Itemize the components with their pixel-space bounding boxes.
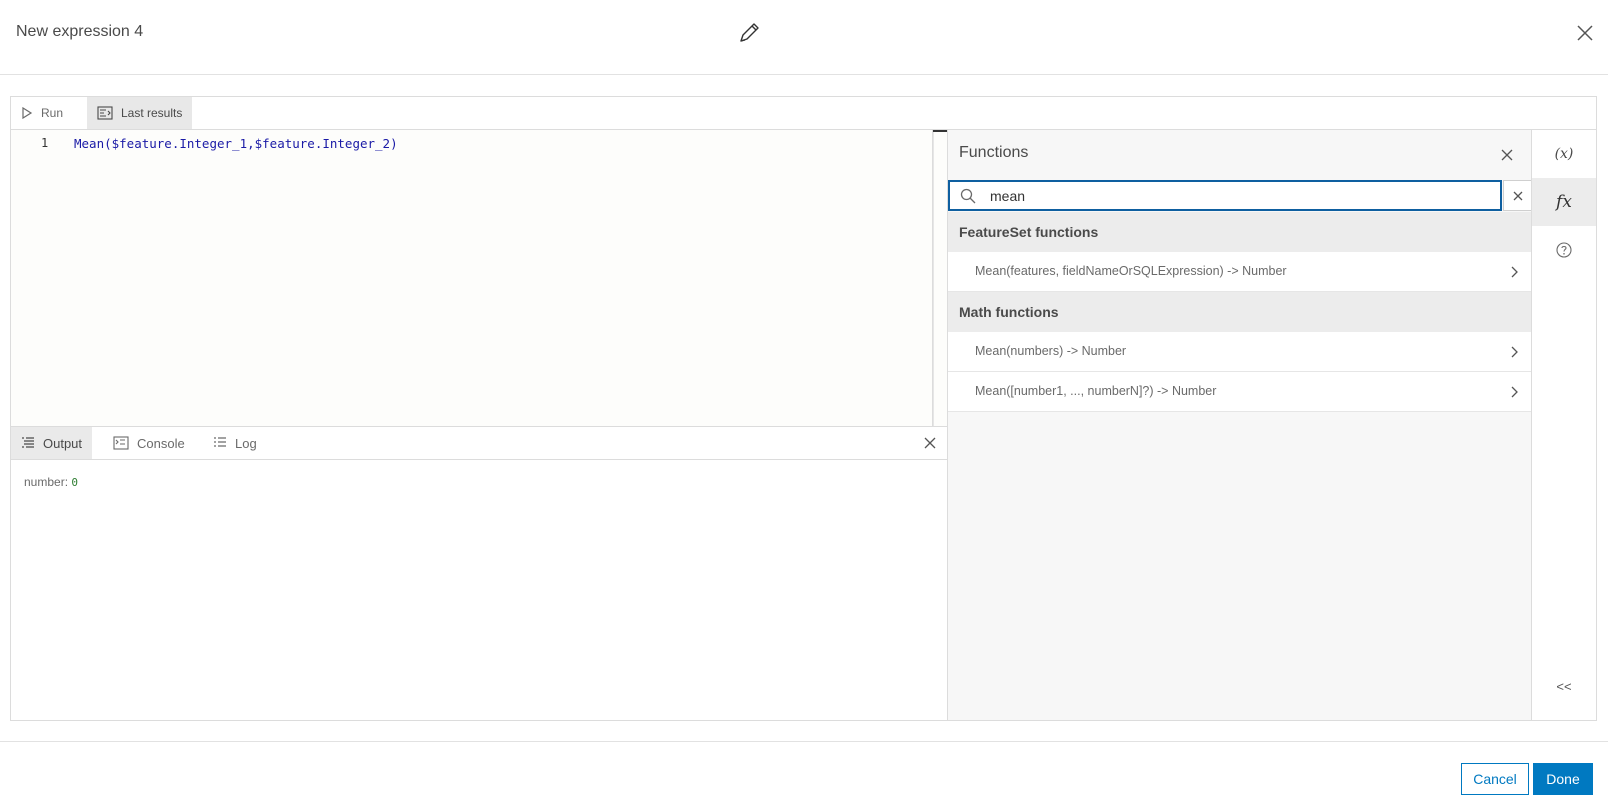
functions-title: Functions bbox=[959, 144, 1029, 161]
console-icon bbox=[113, 436, 129, 450]
function-item[interactable]: Mean(numbers) -> Number bbox=[948, 332, 1532, 372]
cancel-button[interactable]: Cancel bbox=[1461, 763, 1529, 795]
chevron-right-icon bbox=[1511, 346, 1518, 358]
code-line[interactable]: Mean($feature.Integer_1,$feature.Integer… bbox=[74, 136, 398, 151]
last-results-button[interactable]: Last results bbox=[87, 97, 193, 129]
function-item[interactable]: Mean(features, fieldNameOrSQLExpression)… bbox=[948, 252, 1532, 292]
help-button[interactable] bbox=[1532, 226, 1596, 274]
output-tab-label: Output bbox=[43, 435, 83, 451]
variables-button[interactable]: (x) bbox=[1532, 130, 1596, 178]
close-icon[interactable] bbox=[1576, 24, 1594, 42]
log-icon bbox=[214, 437, 226, 447]
variables-icon: (x) bbox=[1554, 146, 1574, 162]
done-button[interactable]: Done bbox=[1533, 763, 1593, 795]
group-header-math: Math functions bbox=[948, 292, 1532, 332]
tab-output[interactable]: Output bbox=[11, 427, 93, 459]
search-icon bbox=[960, 188, 976, 204]
side-rail: (x) fx << bbox=[1531, 130, 1596, 720]
line-number: 1 bbox=[41, 136, 49, 150]
run-button[interactable]: Run bbox=[11, 97, 73, 129]
search-input[interactable] bbox=[988, 185, 1488, 207]
results-icon bbox=[97, 106, 113, 120]
editor-scrollbar[interactable] bbox=[933, 130, 947, 426]
close-output-icon[interactable] bbox=[924, 437, 936, 449]
pencil-icon[interactable] bbox=[736, 20, 762, 46]
function-signature: Mean([number1, ..., numberN]?) -> Number bbox=[975, 384, 1217, 398]
clear-search-button[interactable] bbox=[1503, 180, 1533, 211]
help-icon bbox=[1556, 242, 1572, 258]
function-search[interactable] bbox=[948, 180, 1502, 211]
output-key: number: bbox=[24, 475, 69, 489]
output-panel: number: 0 bbox=[11, 460, 947, 720]
functions-button[interactable]: fx bbox=[1532, 178, 1596, 226]
expression-title: New expression 4 bbox=[16, 23, 144, 40]
output-value: 0 bbox=[71, 476, 78, 489]
collapse-icon: << bbox=[1556, 678, 1572, 694]
scrollbar-thumb[interactable] bbox=[933, 130, 947, 132]
functions-panel: Functions FeatureSet functions Mean(feat… bbox=[947, 130, 1533, 720]
dialog-header: New expression 4 bbox=[0, 0, 1608, 75]
function-signature: Mean(features, fieldNameOrSQLExpression)… bbox=[975, 264, 1287, 278]
group-header-featureset: FeatureSet functions bbox=[948, 212, 1532, 252]
tab-console[interactable]: Console bbox=[103, 427, 195, 459]
tab-log[interactable]: Log bbox=[203, 427, 267, 459]
log-tab-label: Log bbox=[235, 435, 257, 451]
functions-icon: fx bbox=[1556, 192, 1572, 212]
function-item[interactable]: Mean([number1, ..., numberN]?) -> Number bbox=[948, 372, 1532, 412]
output-tabs: Output Console Log bbox=[11, 426, 947, 460]
dialog-footer: Cancel Done bbox=[0, 741, 1608, 808]
editor-toolbar: Run Last results bbox=[11, 97, 1596, 130]
close-functions-icon[interactable] bbox=[1501, 149, 1513, 161]
clear-icon bbox=[1513, 191, 1523, 200]
function-signature: Mean(numbers) -> Number bbox=[975, 344, 1127, 358]
output-result: number: 0 bbox=[24, 475, 78, 489]
collapse-button[interactable]: << bbox=[1532, 662, 1596, 710]
expression-editor: Run Last results 1 Mean($feature.Integer… bbox=[10, 96, 1597, 721]
chevron-right-icon bbox=[1511, 386, 1518, 398]
list-icon bbox=[22, 437, 34, 448]
chevron-right-icon bbox=[1511, 266, 1518, 278]
play-icon bbox=[22, 107, 33, 119]
run-label: Run bbox=[41, 106, 64, 120]
console-tab-label: Console bbox=[137, 435, 185, 451]
last-results-label: Last results bbox=[121, 106, 183, 120]
code-editor[interactable]: 1 Mean($feature.Integer_1,$feature.Integ… bbox=[11, 130, 933, 426]
